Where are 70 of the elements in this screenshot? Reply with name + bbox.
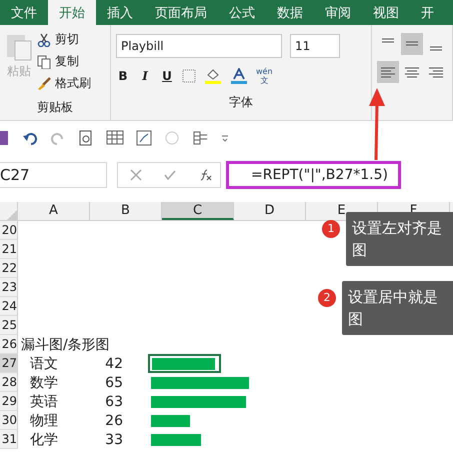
step-badge: 2	[318, 289, 336, 307]
copy-icon	[37, 54, 51, 68]
ribbon-tab[interactable]: 插入	[96, 0, 144, 25]
row-header[interactable]: 20	[0, 221, 18, 240]
align-left-icon[interactable]	[377, 61, 399, 83]
arrow	[368, 88, 386, 160]
table-cell-text: 数学	[29, 374, 58, 392]
column-header[interactable]: C	[162, 202, 234, 220]
ribbon-tab[interactable]: 公式	[218, 0, 266, 25]
scissors-icon	[37, 32, 51, 46]
middle-align-icon[interactable]	[401, 33, 423, 55]
formula-field[interactable]: =REPT("|",B27*1.5)	[231, 163, 453, 187]
callout-text: 图	[348, 309, 364, 330]
undo-icon[interactable]	[22, 130, 38, 146]
phonetic-button[interactable]: wén 文	[256, 67, 273, 85]
font-color-icon	[230, 68, 248, 84]
table-cell-text: 物理	[29, 412, 58, 430]
table-cell: 42	[105, 356, 123, 372]
function-icon[interactable]	[198, 169, 212, 181]
print-preview-icon[interactable]	[78, 130, 94, 146]
ribbon-tab[interactable]: 页面布局	[144, 0, 218, 25]
row-header[interactable]: 27	[0, 354, 18, 373]
check-icon[interactable]	[164, 169, 176, 181]
row-header[interactable]: 26	[0, 335, 18, 354]
ribbon-tab[interactable]: 视图	[362, 0, 410, 25]
row-header[interactable]: 29	[0, 392, 18, 411]
italic-button[interactable]: I	[138, 69, 152, 83]
copy-button[interactable]: 复制	[37, 53, 91, 70]
format-painter-button[interactable]: 格式刷	[37, 75, 91, 92]
paintbrush-icon	[37, 76, 51, 90]
ribbon-tab[interactable]: 数据	[266, 0, 314, 25]
cut-button[interactable]: 剪切	[37, 31, 91, 48]
row-header[interactable]: 22	[0, 259, 18, 278]
table-cell-text: 语文	[29, 354, 58, 372]
column-header[interactable]: D	[234, 202, 306, 220]
table-cell: 33	[105, 432, 123, 448]
table-icon[interactable]	[106, 130, 124, 146]
row-header[interactable]: 28	[0, 373, 18, 392]
border-icon	[182, 69, 196, 83]
font-name-field[interactable]: Playbill	[116, 34, 282, 58]
table-cell: 65	[105, 374, 123, 390]
callout-text: 图	[352, 240, 368, 261]
table-cell-text: 英语	[29, 392, 58, 410]
ribbon-tab[interactable]: 开	[410, 0, 445, 25]
step-badge: 1	[322, 220, 340, 238]
callout-text: 设置居中就是	[348, 287, 439, 308]
chart-icon[interactable]	[136, 130, 152, 146]
table-cell: 63	[105, 394, 123, 410]
bold-button[interactable]: B	[116, 69, 130, 83]
table-cell: 26	[105, 412, 123, 428]
group-label: 字体	[228, 94, 254, 111]
ribbon-tab[interactable]: 文件	[0, 0, 48, 25]
group-label: 剪贴板	[36, 99, 74, 116]
callout-text: 设置左对齐是	[352, 218, 443, 239]
row-header[interactable]: 31	[0, 430, 18, 449]
row-header[interactable]: 25	[0, 316, 18, 335]
column-header[interactable]: A	[18, 202, 90, 220]
table-cell-text: 化学	[29, 430, 58, 448]
underline-button[interactable]: U	[160, 69, 174, 83]
row-header[interactable]: 30	[0, 411, 18, 430]
ribbon-tab[interactable]: 审阅	[314, 0, 362, 25]
name-box[interactable]: C27	[0, 162, 107, 188]
font-size-field[interactable]: 11	[290, 34, 340, 58]
row-header[interactable]: 23	[0, 278, 18, 297]
grid-icon[interactable]	[192, 130, 208, 146]
row-header[interactable]: 24	[0, 297, 18, 316]
ribbon-tab[interactable]: 开始	[48, 0, 96, 25]
row-header[interactable]: 21	[0, 240, 18, 259]
table-cell: 漏斗图/条形图	[21, 336, 110, 354]
fill-color-icon	[204, 68, 222, 84]
